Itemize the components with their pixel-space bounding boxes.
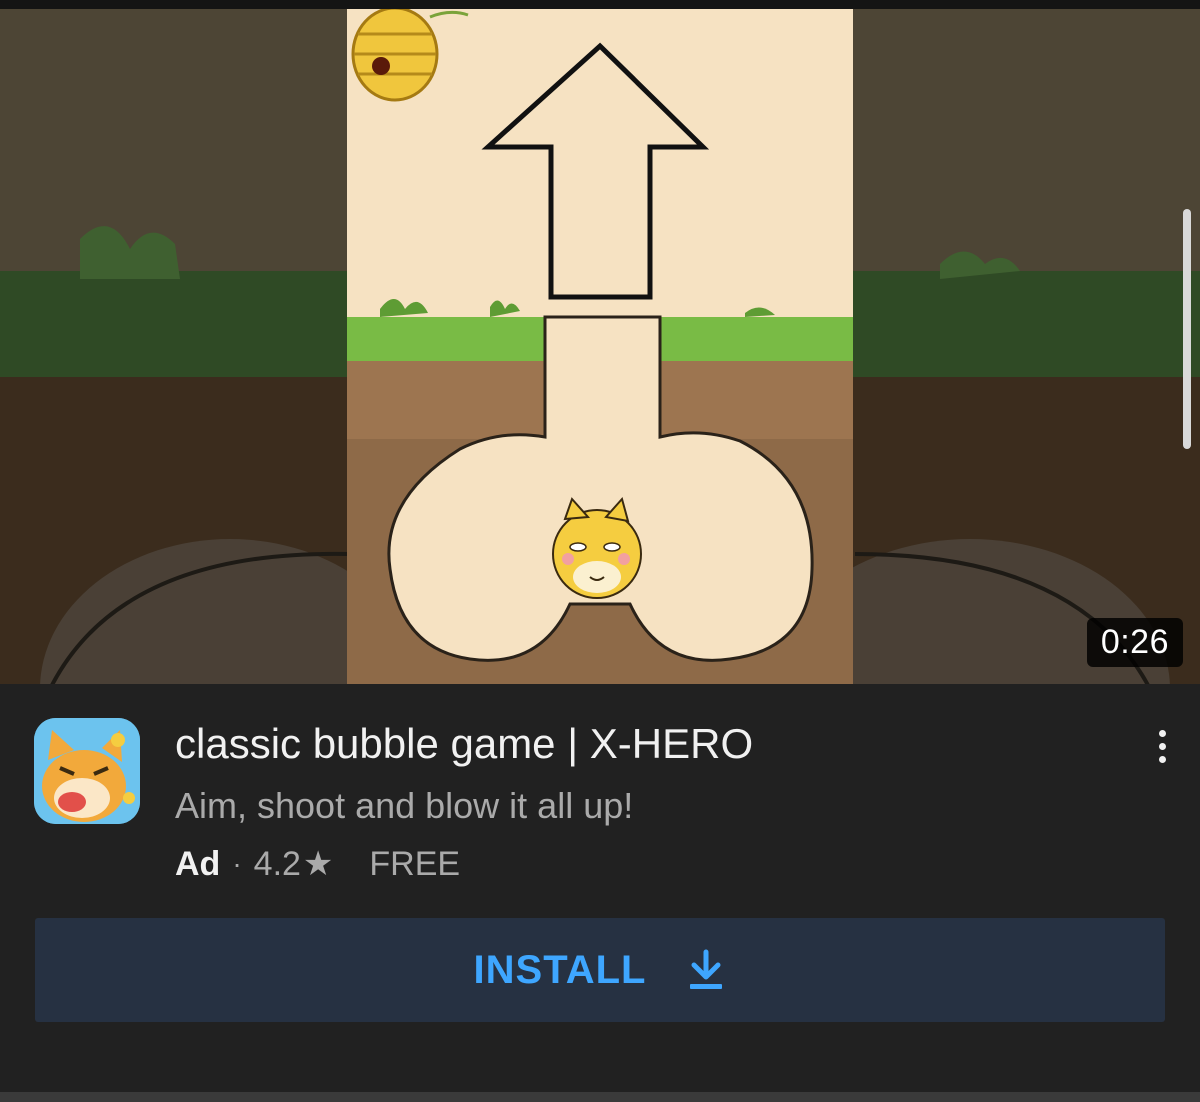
install-button[interactable]: INSTALL xyxy=(35,918,1165,1022)
ad-subtitle: Aim, shoot and blow it all up! xyxy=(175,785,634,826)
menu-dot xyxy=(1158,742,1166,750)
ad-title[interactable]: classic bubble game | X-HERO xyxy=(175,720,753,768)
video-duration: 0:26 xyxy=(1086,618,1183,667)
ad-meta-row: Ad · 4.2 ★ FREE xyxy=(175,844,460,884)
install-label: INSTALL xyxy=(473,947,647,992)
menu-dot xyxy=(1158,729,1166,737)
download-icon xyxy=(690,949,723,989)
ad-badge: Ad xyxy=(175,844,221,883)
top-divider xyxy=(0,0,1200,9)
star-icon: ★ xyxy=(302,845,334,883)
bottom-divider xyxy=(0,1092,1200,1102)
game-preview-image xyxy=(0,9,1200,684)
app-rating: 4.2 xyxy=(253,844,301,883)
scrollbar-thumb[interactable] xyxy=(1183,209,1191,449)
menu-dot xyxy=(1158,755,1166,763)
meta-separator: · xyxy=(232,848,242,879)
video-thumbnail[interactable]: 0:26 xyxy=(0,9,1200,684)
app-icon[interactable] xyxy=(34,718,140,824)
ad-card: 0:26 classic bubble game | X-HERO Aim, s… xyxy=(0,0,1200,1102)
more-vert-icon[interactable] xyxy=(1140,720,1184,772)
app-price: FREE xyxy=(369,844,461,883)
shiba-dog-icon xyxy=(34,718,140,824)
